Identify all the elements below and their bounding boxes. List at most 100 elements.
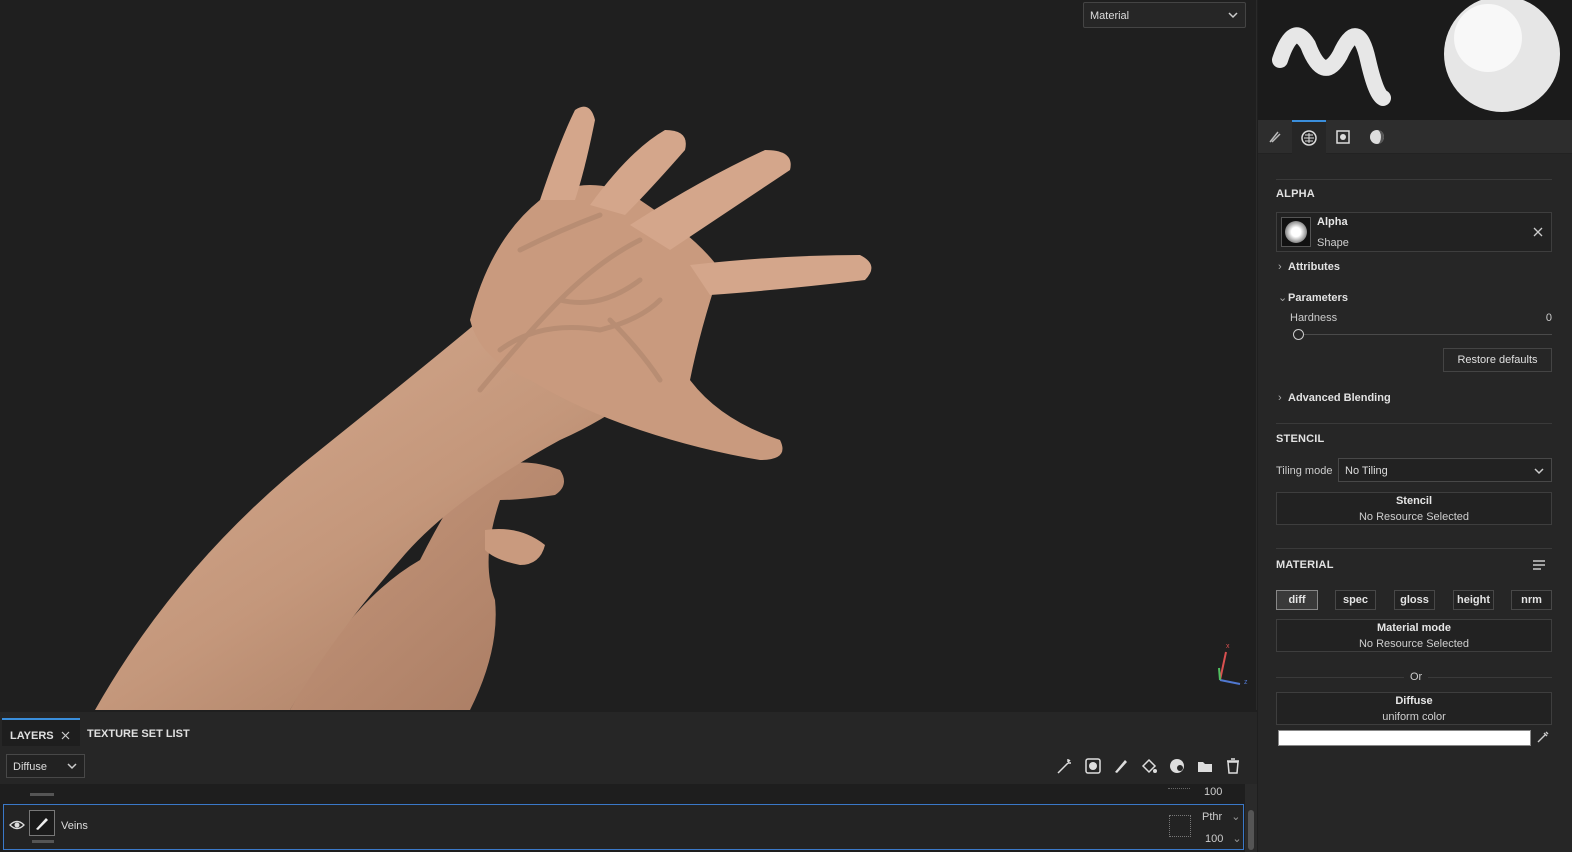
hardness-value: 0 — [1545, 312, 1552, 324]
layer-mask-indicator — [32, 840, 54, 843]
alpha-resource-sub: Shape — [1317, 237, 1349, 249]
eye-icon[interactable] — [9, 818, 25, 832]
brush-icon — [1269, 131, 1281, 143]
hardness-slider-track[interactable] — [1296, 334, 1552, 335]
tab-brush[interactable] — [1258, 120, 1292, 154]
restore-defaults-button[interactable]: Restore defaults — [1443, 348, 1552, 372]
prev-layer-opacity[interactable]: 100 — [1204, 786, 1222, 798]
prev-layer-mask — [1168, 788, 1190, 789]
divider — [1276, 179, 1552, 180]
chevron-right-icon: › — [1278, 261, 1282, 273]
svg-text:z: z — [1244, 679, 1248, 686]
stencil-resource-sub: No Resource Selected — [1358, 511, 1470, 523]
alpha-thumbnail — [1281, 217, 1311, 247]
magic-wand-icon — [1057, 759, 1071, 774]
add-effect-button[interactable] — [1055, 756, 1075, 776]
diffuse-title: Diffuse — [1395, 695, 1433, 707]
attributes-expander[interactable]: › Attributes — [1278, 261, 1340, 273]
list-menu-icon[interactable] — [1532, 558, 1546, 572]
hand-model-render: x z — [95, 106, 1248, 710]
tiling-mode-select[interactable]: No Tiling — [1338, 458, 1552, 482]
paintbrush-icon — [1115, 760, 1127, 773]
parameters-expander[interactable]: ⌄Parameters — [1278, 291, 1348, 304]
close-icon[interactable] — [1533, 227, 1543, 237]
mask-icon — [1085, 758, 1101, 774]
layer-opacity-value: 100 — [1205, 833, 1224, 845]
channel-diff-button[interactable]: diff — [1276, 590, 1318, 610]
checker-sphere-icon — [1301, 130, 1317, 146]
add-folder-button[interactable] — [1195, 756, 1215, 776]
layer-list-scrollbar[interactable] — [1245, 784, 1257, 852]
stencil-section-title: STENCIL — [1276, 433, 1325, 445]
add-paint-layer-button[interactable] — [1111, 756, 1131, 776]
tab-alpha[interactable] — [1292, 120, 1326, 154]
layer-toolbar — [1055, 756, 1243, 778]
delete-layer-button[interactable] — [1223, 756, 1243, 776]
viewport-mode-value: Material — [1090, 10, 1130, 22]
close-icon[interactable] — [61, 731, 70, 740]
channel-gloss-button[interactable]: gloss — [1394, 590, 1435, 610]
hardness-label: Hardness — [1290, 312, 1338, 324]
channel-spec-button[interactable]: spec — [1335, 590, 1376, 610]
stencil-resource-title: Stencil — [1395, 495, 1433, 507]
layer-row-veins[interactable]: Veins Pthr ⌄ 100 ⌄ — [3, 804, 1244, 850]
layer-blend-value: Pthr — [1202, 811, 1223, 823]
advanced-blending-label: Advanced Blending — [1288, 392, 1391, 404]
layer-blend-mode[interactable]: Pthr ⌄ — [1202, 810, 1240, 823]
alpha-resource-title: Alpha — [1317, 216, 1348, 228]
chevron-down-icon: ⌄ — [1232, 833, 1242, 845]
stencil-resource-slot[interactable]: Stencil No Resource Selected — [1276, 492, 1552, 525]
add-fill-layer-button[interactable] — [1139, 756, 1159, 776]
viewport-mode-select[interactable]: Material — [1083, 2, 1246, 28]
scrollbar-thumb[interactable] — [1248, 810, 1254, 850]
eyedropper-icon[interactable] — [1536, 730, 1550, 744]
brush-preview — [1258, 0, 1572, 120]
channel-select[interactable]: Diffuse — [6, 754, 85, 778]
chevron-down-icon: ⌄ — [1278, 292, 1288, 304]
chevron-down-icon — [67, 763, 77, 770]
add-smart-material-button[interactable] — [1167, 756, 1187, 776]
layer-opacity[interactable]: 100 ⌄ — [1205, 832, 1242, 845]
prev-layer-thumb — [30, 793, 54, 796]
layer-list: 100 Veins Pthr ⌄ 100 ⌄ — [0, 784, 1245, 852]
stroke-preview-icon — [1258, 0, 1572, 120]
layer-mask-slot[interactable] — [1169, 815, 1191, 837]
tiling-mode-value: No Tiling — [1345, 465, 1388, 477]
paint-bucket-icon — [1141, 758, 1157, 774]
tab-stencil[interactable] — [1326, 120, 1360, 154]
channel-height-button[interactable]: height — [1453, 590, 1494, 610]
material-sphere-icon — [1170, 759, 1184, 773]
3d-viewport[interactable]: x z Material — [0, 0, 1257, 710]
tab-material[interactable] — [1360, 120, 1394, 154]
divider — [1276, 423, 1552, 424]
parameters-label: Parameters — [1288, 292, 1348, 304]
properties-content: ALPHA Alpha Shape › Attributes ⌄Parameter… — [1258, 154, 1572, 852]
stencil-icon — [1336, 130, 1350, 144]
divider — [1276, 548, 1552, 549]
material-mode-slot[interactable]: Material mode No Resource Selected — [1276, 619, 1552, 652]
advanced-blending-expander[interactable]: › Advanced Blending — [1278, 392, 1391, 404]
layer-type-thumbnail — [29, 810, 55, 836]
or-label: Or — [1404, 671, 1429, 683]
diffuse-color-swatch[interactable] — [1278, 730, 1531, 746]
channel-nrm-button[interactable]: nrm — [1511, 590, 1552, 610]
svg-text:x: x — [1226, 643, 1230, 650]
layers-tabbar: LAYERS TEXTURE SET LIST — [0, 718, 1257, 746]
properties-panel: ALPHA Alpha Shape › Attributes ⌄Parameter… — [1258, 0, 1572, 852]
chevron-down-icon — [1534, 468, 1544, 475]
tab-texture-set-list-label: TEXTURE SET LIST — [87, 728, 190, 740]
hardness-slider-handle[interactable] — [1293, 329, 1304, 340]
add-mask-button[interactable] — [1083, 756, 1103, 776]
material-mode-title: Material mode — [1377, 622, 1451, 634]
tab-layers-label: LAYERS — [10, 730, 54, 742]
diffuse-slot[interactable]: Diffuse uniform color — [1276, 692, 1552, 725]
material-mode-sub: No Resource Selected — [1358, 638, 1470, 650]
paintbrush-icon — [36, 818, 48, 830]
layer-name[interactable]: Veins — [61, 820, 88, 832]
chevron-down-icon — [1228, 12, 1238, 19]
tab-layers[interactable]: LAYERS — [2, 718, 80, 746]
tab-texture-set-list[interactable]: TEXTURE SET LIST — [79, 718, 198, 746]
alpha-resource-slot[interactable]: Alpha Shape — [1276, 212, 1552, 252]
chevron-right-icon: › — [1278, 392, 1282, 404]
folder-icon — [1198, 762, 1212, 772]
